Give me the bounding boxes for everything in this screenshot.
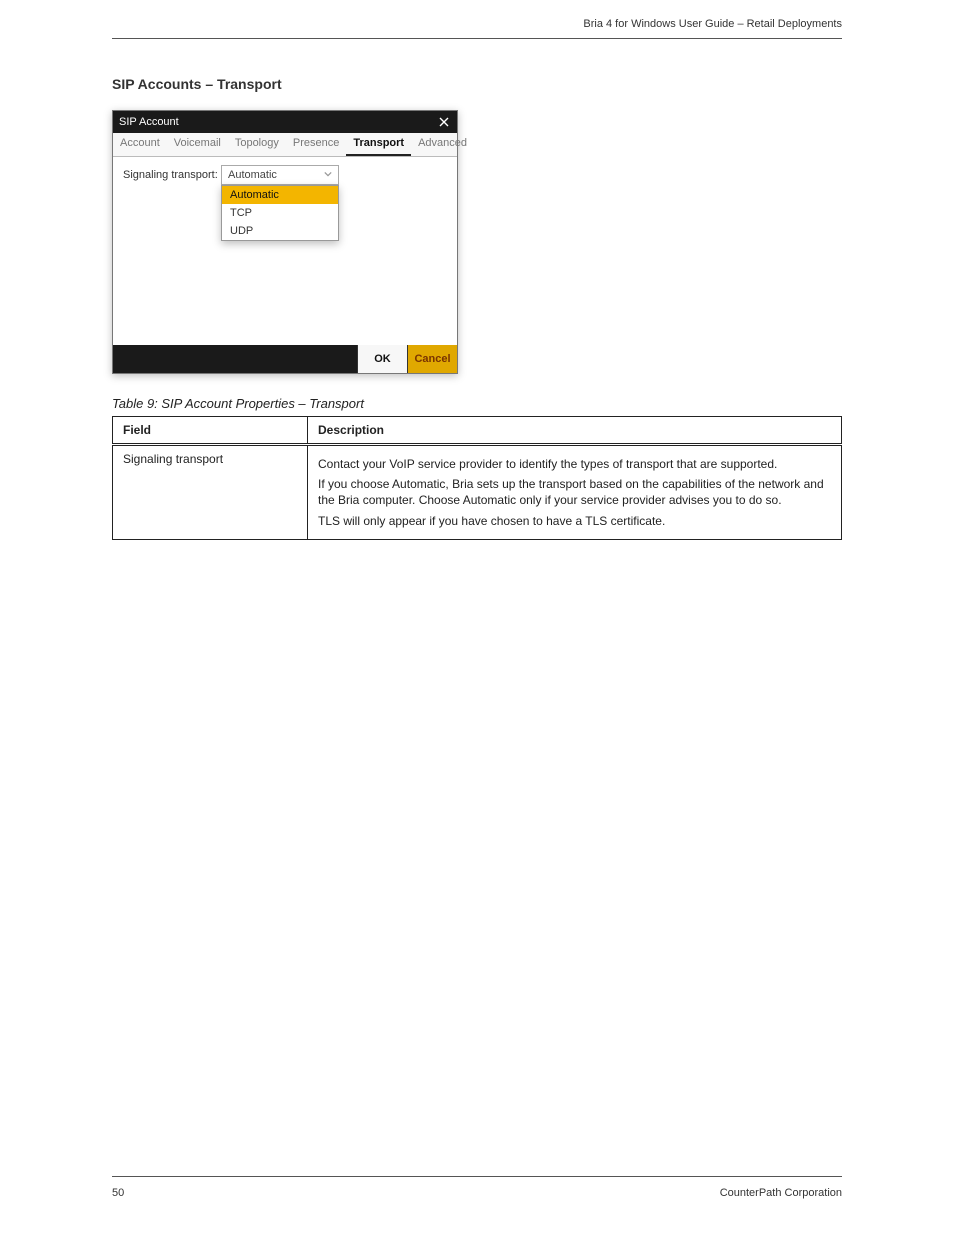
tab-transport[interactable]: Transport xyxy=(346,133,411,156)
dropdown-option-udp[interactable]: UDP xyxy=(222,222,338,240)
ok-button[interactable]: OK xyxy=(357,345,407,373)
chevron-down-icon xyxy=(324,169,332,181)
table-cell-description: Contact your VoIP service provider to id… xyxy=(308,445,842,540)
tab-topology[interactable]: Topology xyxy=(228,133,286,156)
sip-account-dialog: SIP Account Account Voicemail Topology P… xyxy=(112,110,458,374)
table-cell-field: Signaling transport xyxy=(113,445,308,540)
tab-presence[interactable]: Presence xyxy=(286,133,346,156)
desc-paragraph: Contact your VoIP service provider to id… xyxy=(318,456,831,472)
section-heading: SIP Accounts – Transport xyxy=(112,76,282,92)
table-header-field: Field xyxy=(113,417,308,445)
tab-account[interactable]: Account xyxy=(113,133,167,156)
dialog-content: Signaling transport: Automatic Automatic… xyxy=(113,157,457,345)
dialog-buttonbar: OK Cancel xyxy=(113,345,457,373)
desc-paragraph: If you choose Automatic, Bria sets up th… xyxy=(318,476,831,508)
table-caption: Table 9: SIP Account Properties – Transp… xyxy=(112,396,364,411)
table-row: Signaling transport Contact your VoIP se… xyxy=(113,445,842,540)
close-icon[interactable] xyxy=(437,115,451,129)
dropdown-option-tcp[interactable]: TCP xyxy=(222,204,338,222)
transport-properties-table: Field Description Signaling transport Co… xyxy=(112,416,842,540)
signaling-transport-label: Signaling transport: xyxy=(123,169,218,181)
signaling-transport-select[interactable]: Automatic xyxy=(221,165,339,185)
table-header-row: Field Description xyxy=(113,417,842,445)
cancel-button[interactable]: Cancel xyxy=(407,345,457,373)
tab-advanced[interactable]: Advanced xyxy=(411,133,474,156)
dialog-titlebar: SIP Account xyxy=(113,111,457,133)
dialog-title: SIP Account xyxy=(119,116,179,128)
dialog-tabbar: Account Voicemail Topology Presence Tran… xyxy=(113,133,457,157)
table-header-description: Description xyxy=(308,417,842,445)
signaling-transport-value: Automatic xyxy=(228,169,277,181)
footer-company: CounterPath Corporation xyxy=(720,1187,842,1199)
page-number: 50 xyxy=(112,1187,124,1199)
dropdown-option-automatic[interactable]: Automatic xyxy=(222,186,338,204)
top-rule xyxy=(112,38,842,39)
tab-voicemail[interactable]: Voicemail xyxy=(167,133,228,156)
footer-rule xyxy=(112,1176,842,1177)
page-header-right: Bria 4 for Windows User Guide – Retail D… xyxy=(583,18,842,30)
desc-paragraph: TLS will only appear if you have chosen … xyxy=(318,513,831,529)
signaling-transport-dropdown: Automatic TCP UDP xyxy=(221,185,339,241)
